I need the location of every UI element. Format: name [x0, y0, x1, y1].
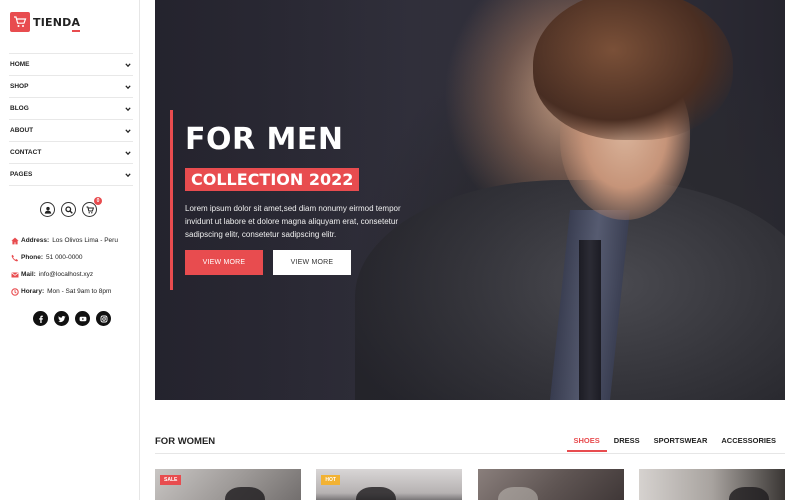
hero-title: FOR MEN [185, 122, 344, 157]
product-grid: SALE HOT [155, 469, 785, 500]
menu-item-label: BLOG [10, 105, 29, 112]
product-image [728, 487, 769, 500]
sale-badge: SALE [160, 475, 182, 485]
shopping-cart-icon [10, 12, 30, 32]
chevron-down-icon [125, 128, 131, 134]
address-value: Los Olivos Lima - Peru [52, 237, 118, 244]
product-image [497, 487, 538, 500]
menu-item-about[interactable]: ABOUT [9, 120, 133, 142]
phone-icon [10, 253, 19, 262]
chevron-down-icon [125, 172, 131, 178]
hero-subtitle: COLLECTION 2022 [185, 168, 360, 191]
product-card[interactable]: HOT [316, 469, 463, 500]
brand-logo[interactable]: TIENDA [10, 12, 81, 32]
home-icon [10, 236, 19, 245]
menu-item-label: ABOUT [10, 127, 34, 134]
tab-dress[interactable]: DRESS [613, 436, 641, 452]
social-links [33, 311, 111, 326]
address-label: Address: [21, 237, 50, 244]
search-icon[interactable] [61, 202, 76, 217]
product-image [356, 487, 397, 500]
mail-icon [10, 270, 19, 279]
brand-name: TIENDA [33, 15, 81, 32]
menu-item-label: HOME [10, 61, 30, 68]
menu-item-pages[interactable]: PAGES [9, 164, 133, 186]
twitter-icon[interactable] [54, 311, 69, 326]
phone-label: Phone: [21, 254, 44, 261]
product-image [225, 487, 265, 500]
contact-info: Address: Los Olivos Lima - Peru Phone: 5… [10, 232, 138, 300]
product-tabs: SHOES DRESS SPORTSWEAR ACCESSORIES [566, 436, 777, 452]
hot-badge: HOT [321, 475, 340, 485]
hero-accent-bar [170, 110, 173, 290]
section-title: FOR WOMEN [155, 436, 216, 447]
tab-accessories[interactable]: ACCESSORIES [720, 436, 777, 452]
contact-horary: Horary: Mon - Sat 9am to 8pm [10, 283, 138, 300]
product-card[interactable]: SALE [155, 469, 301, 500]
menu-item-shop[interactable]: SHOP [9, 76, 133, 98]
product-card[interactable] [638, 469, 785, 500]
tab-sportswear[interactable]: SPORTSWEAR [653, 436, 709, 452]
product-card[interactable] [477, 469, 624, 500]
menu-item-label: CONTACT [10, 149, 42, 156]
contact-address: Address: Los Olivos Lima - Peru [10, 232, 138, 249]
menu-item-label: PAGES [10, 171, 33, 178]
menu-item-label: SHOP [10, 83, 29, 90]
chevron-down-icon [125, 84, 131, 90]
header-icons: 0 [40, 197, 102, 217]
chevron-down-icon [125, 106, 131, 112]
horary-value: Mon - Sat 9am to 8pm [47, 288, 112, 295]
view-more-secondary-button[interactable]: VIEW MORE [273, 250, 351, 275]
tab-shoes[interactable]: SHOES [566, 436, 608, 452]
contact-mail: Mail: info@localhost.xyz [10, 266, 138, 283]
phone-value: 51 000-0000 [46, 254, 83, 261]
instagram-icon[interactable] [96, 311, 111, 326]
chevron-down-icon [125, 62, 131, 68]
menu-item-contact[interactable]: CONTACT [9, 142, 133, 164]
facebook-icon[interactable] [33, 311, 48, 326]
youtube-icon[interactable] [75, 311, 90, 326]
mail-value[interactable]: info@localhost.xyz [39, 271, 93, 278]
view-more-primary-button[interactable]: VIEW MORE [185, 250, 263, 275]
hero-description: Lorem ipsum dolor sit amet,sed diam nonu… [185, 204, 401, 239]
clock-icon [10, 287, 19, 296]
contact-phone: Phone: 51 000-0000 [10, 249, 138, 266]
menu-item-home[interactable]: HOME [9, 54, 133, 76]
sidebar: TIENDA HOME SHOP BLOG ABOUT CONTACT PAGE… [0, 0, 140, 500]
horary-label: Horary: [21, 288, 45, 295]
user-icon[interactable] [40, 202, 55, 217]
products-section-header: FOR WOMEN SHOES DRESS SPORTSWEAR ACCESSO… [155, 430, 785, 454]
mail-label: Mail: [21, 271, 36, 278]
hero-banner: FOR MEN COLLECTION 2022 Lorem ipsum dolo… [155, 0, 785, 400]
hero-overlay [155, 0, 785, 400]
main-menu: HOME SHOP BLOG ABOUT CONTACT PAGES [9, 53, 133, 186]
menu-item-blog[interactable]: BLOG [9, 98, 133, 120]
cart-count-badge: 0 [94, 197, 102, 205]
chevron-down-icon [125, 150, 131, 156]
cart-icon[interactable]: 0 [82, 197, 102, 217]
